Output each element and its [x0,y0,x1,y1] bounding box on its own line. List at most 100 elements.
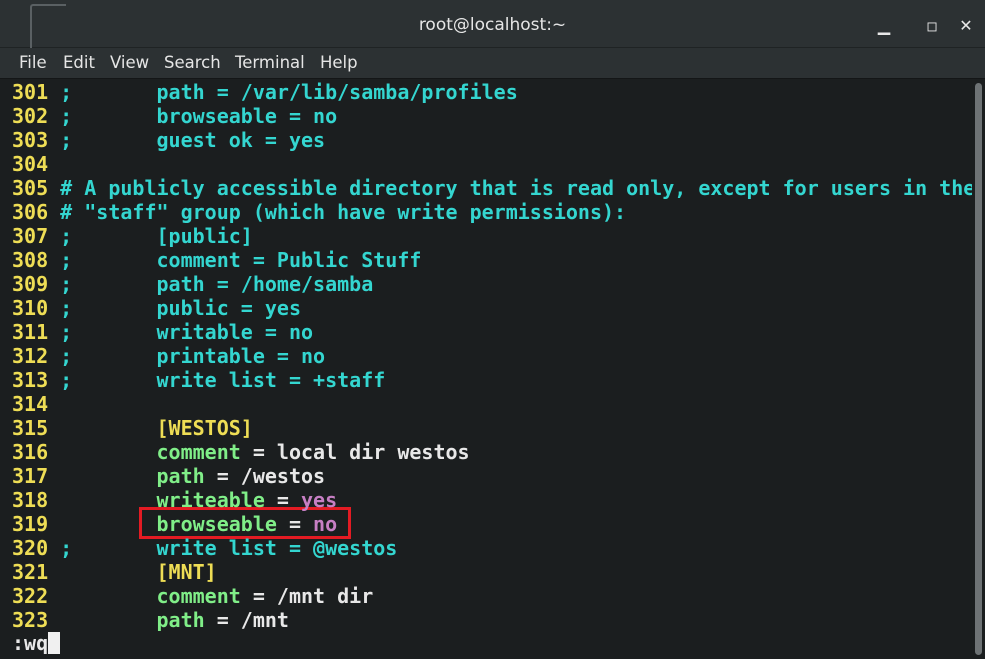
code-token: = [276,512,314,536]
code-token: browseable [156,512,277,536]
menu-edit[interactable]: Edit [63,53,95,72]
editor-line: 320 ; write list = @westos [12,536,397,560]
editor-line: 302 ; browseable = no [12,104,337,128]
line-number: 312 [12,344,49,368]
line-number: 319 [12,512,49,536]
line-number: 303 [12,128,49,152]
code-token: [MNT] [156,560,217,584]
line-number: 306 [12,200,49,224]
line-number: 316 [12,440,49,464]
editor-line: 319 browseable = no [12,512,337,536]
line-number: 314 [12,392,49,416]
code-token: ; write list = @westos [60,536,398,560]
line-number: 315 [12,416,49,440]
menu-file[interactable]: File [19,53,47,72]
terminal-area[interactable]: 301 ; path = /var/lib/samba/profiles 302 … [0,79,972,659]
line-number: 313 [12,368,49,392]
line-number: 322 [12,584,49,608]
line-number: 309 [12,272,49,296]
menu-bar: File Edit View Search Terminal Help [0,48,985,79]
line-number: 317 [12,464,49,488]
command-text: :wq [12,631,49,655]
maximize-icon[interactable]: ◽ [920,14,944,38]
editor-line: 314 [12,392,60,416]
editor-line: 312 ; printable = no [12,344,325,368]
line-number: 302 [12,104,49,128]
editor-line: 322 comment = /mnt dir [12,584,373,608]
code-token: path [156,464,205,488]
window-title: root@localhost:~ [418,15,567,35]
code-token: ; [public] [60,224,253,248]
code-token: ; path = /home/samba [60,272,374,296]
text-cursor [48,632,61,654]
title-bar: root@localhost:~ ▁ ◽ ✕ [0,0,985,50]
code-token: = /westos [204,464,326,488]
editor-line: 318 writeable = yes [12,488,337,512]
code-token: # A publicly accessible directory that i… [60,176,972,200]
scrollbar[interactable] [972,79,985,659]
line-number: 304 [12,152,49,176]
code-token: ; writable = no [60,320,314,344]
code-token: path [156,608,205,632]
code-token: ; browseable = no [60,104,338,128]
code-token: ; guest ok = yes [60,128,326,152]
line-number: 318 [12,488,49,512]
code-token: writeable [156,488,265,512]
editor-line: 311 ; writable = no [12,320,313,344]
line-number: 301 [12,80,49,104]
editor-line: 307 ; [public] [12,224,253,248]
code-token: [WESTOS] [156,416,253,440]
line-number: 305 [12,176,49,200]
line-number: 323 [12,608,49,632]
editor-line: 323 path = /mnt [12,608,289,632]
code-token: comment [156,584,241,608]
line-number: 307 [12,224,49,248]
code-token: = /mnt dir [240,584,374,608]
editor-line: 308 ; comment = Public Stuff [12,248,421,272]
editor-line: 316 comment = local dir westos [12,440,470,464]
vim-command-line[interactable]: :wq [12,631,61,655]
editor-line: 306 # "staff" group (which have write pe… [12,200,626,224]
code-token: ; printable = no [60,344,326,368]
code-token: comment [156,440,241,464]
code-token: ; path = /var/lib/samba/profiles [60,80,518,104]
line-number: 308 [12,248,49,272]
minimize-icon[interactable]: ▁ [872,14,896,38]
code-token: ; public = yes [60,296,301,320]
code-token: ; write list = +staff [60,368,386,392]
editor-line: 309 ; path = /home/samba [12,272,373,296]
editor-line: 313 ; write list = +staff [12,368,385,392]
code-token: ; comment = Public Stuff [60,248,422,272]
scrollbar-thumb[interactable] [975,83,982,655]
editor-line: 315 [WESTOS] [12,416,253,440]
menu-view[interactable]: View [110,53,149,72]
editor-line: 304 [12,152,60,176]
close-icon[interactable]: ✕ [954,14,978,38]
line-number: 321 [12,560,49,584]
editor-line: 303 ; guest ok = yes [12,128,325,152]
menu-search[interactable]: Search [164,53,221,72]
line-number: 320 [12,536,49,560]
code-token: # "staff" group (which have write permis… [60,200,627,224]
editor-line: 321 [MNT] [12,560,217,584]
code-token: = local dir westos [240,440,470,464]
code-token: = [264,488,301,512]
menu-terminal[interactable]: Terminal [235,53,305,72]
line-number: 311 [12,320,49,344]
editor-line: 301 ; path = /var/lib/samba/profiles [12,80,518,104]
line-number: 310 [12,296,49,320]
code-token: = /mnt [204,608,289,632]
editor-line: 317 path = /westos [12,464,325,488]
editor-line: 310 ; public = yes [12,296,301,320]
code-token: yes [301,488,338,512]
editor-line: 305 # A publicly accessible directory th… [12,176,972,200]
menu-help[interactable]: Help [320,53,358,72]
code-token: no [313,512,338,536]
